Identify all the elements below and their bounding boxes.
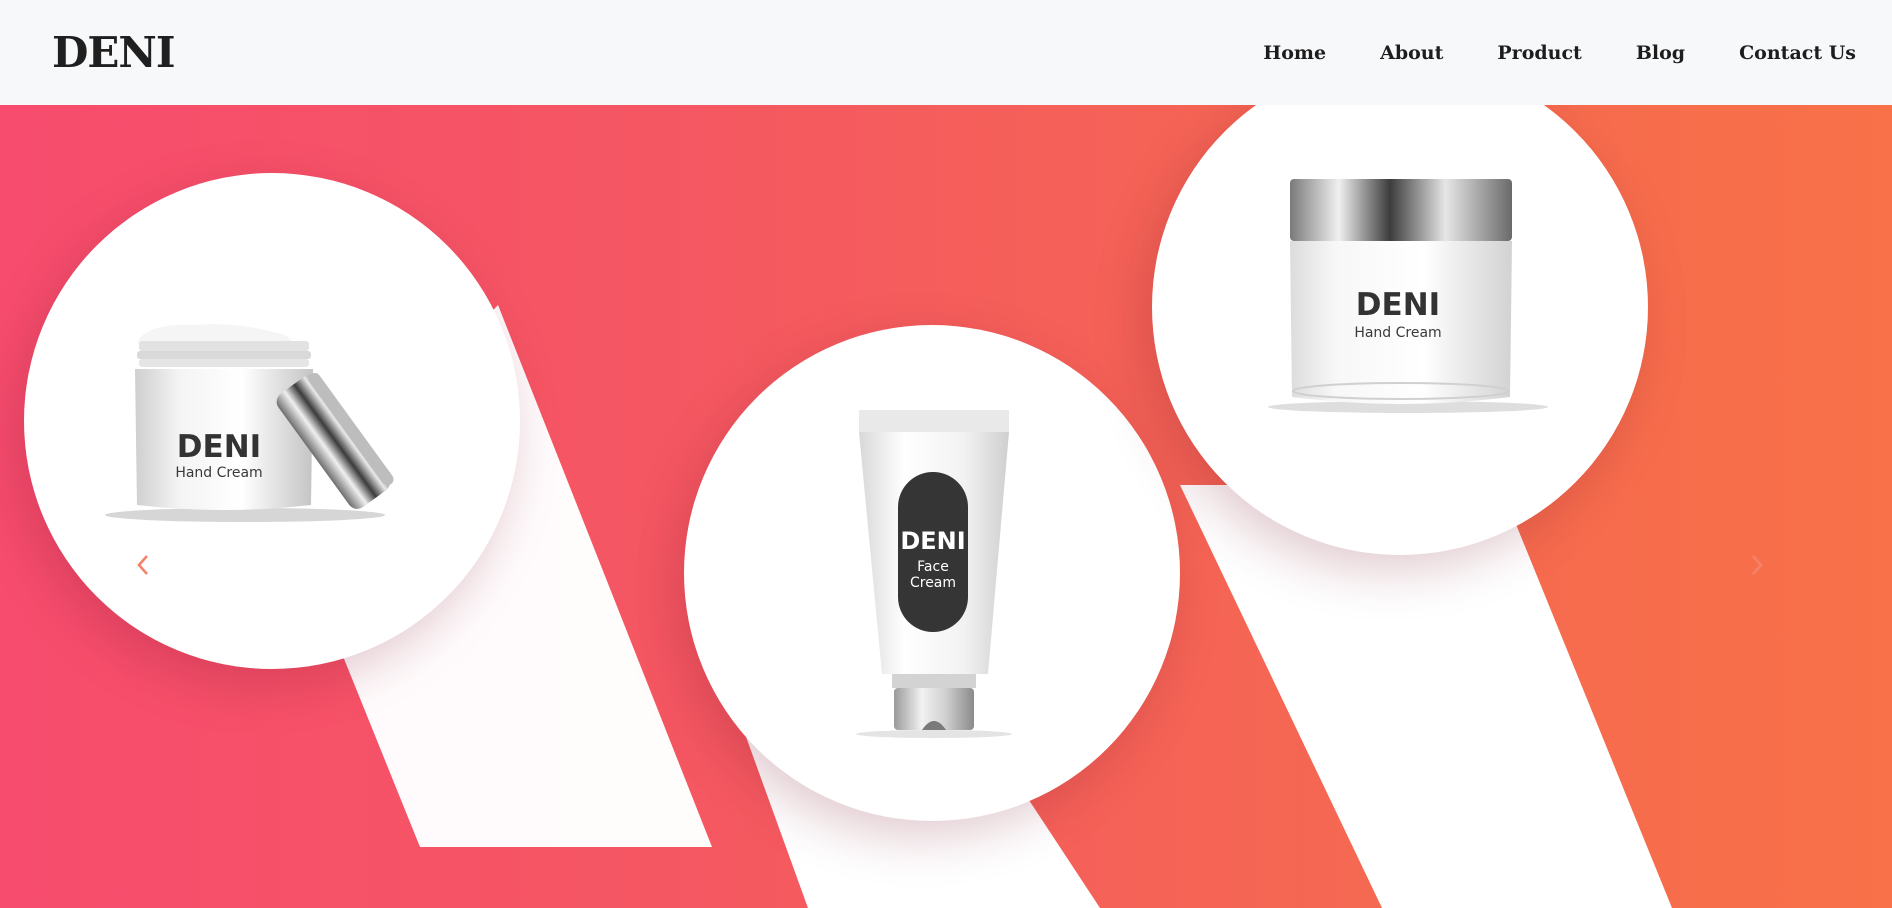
hero-carousel: DENI Hand Cream DENI Face Cream DENI Han… xyxy=(0,105,1892,908)
nav-link-contact-us[interactable]: Contact Us xyxy=(1739,42,1856,64)
hand-cream-open-jar[interactable]: DENI Hand Cream xyxy=(85,315,455,525)
nav-link-product[interactable]: Product xyxy=(1497,42,1581,64)
nav-link-home[interactable]: Home xyxy=(1263,42,1326,64)
navbar: DENI Home About Product Blog Contact Us xyxy=(0,0,1892,105)
tube-brand-label: DENI xyxy=(900,527,965,555)
carousel-prev-button[interactable] xyxy=(128,545,158,585)
jar-brand-label: DENI xyxy=(1356,287,1440,323)
hand-cream-closed-jar[interactable]: DENI Hand Cream xyxy=(1268,175,1548,415)
brand-logo[interactable]: DENI xyxy=(52,24,175,82)
jar-product-label: Hand Cream xyxy=(175,465,262,481)
nav-link-blog[interactable]: Blog xyxy=(1636,42,1685,64)
tube-product-line2: Cream xyxy=(910,575,956,591)
jar-product-label: Hand Cream xyxy=(1354,325,1441,341)
carousel-next-button[interactable] xyxy=(1742,545,1772,585)
chevron-left-icon xyxy=(137,555,148,575)
nav-link-about[interactable]: About xyxy=(1380,42,1443,64)
chevron-right-icon xyxy=(1752,555,1763,575)
jar-brand-label: DENI xyxy=(177,429,261,465)
tube-product-line1: Face xyxy=(917,559,949,575)
face-cream-tube[interactable]: DENI Face Cream xyxy=(840,400,1030,745)
main-nav: Home About Product Blog Contact Us xyxy=(1209,0,1856,105)
